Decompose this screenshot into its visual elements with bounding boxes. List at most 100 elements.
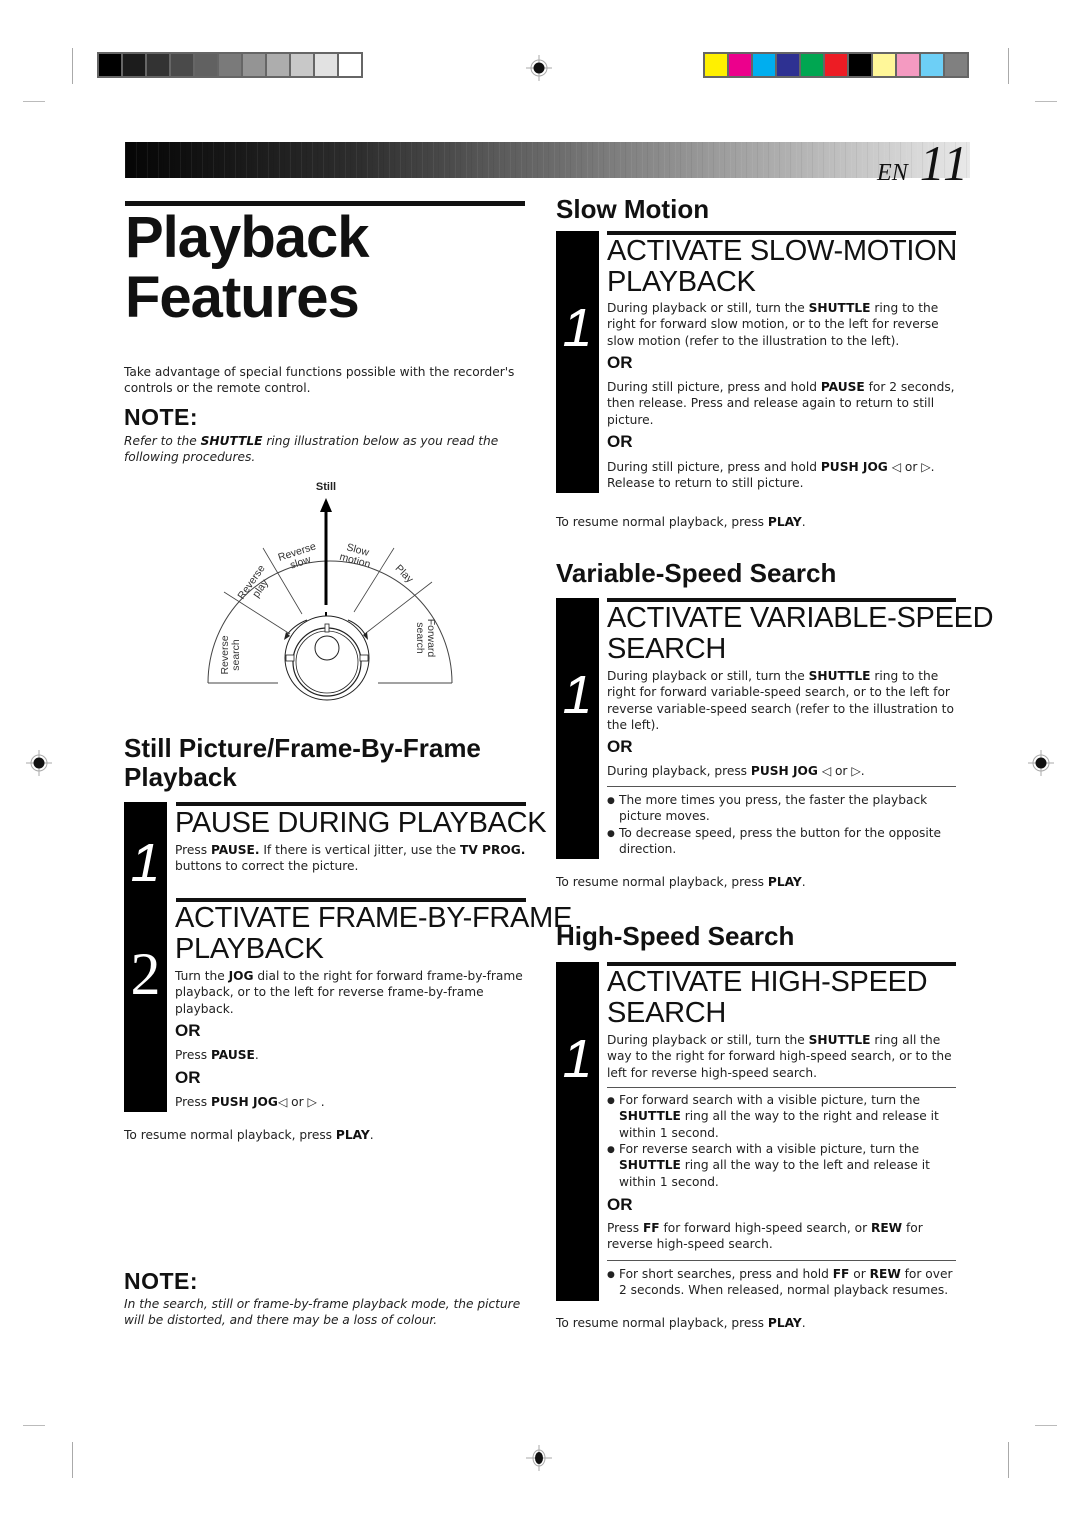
registration-mark-icon <box>526 55 552 81</box>
step-number: 1 <box>562 665 593 725</box>
color-swatch <box>873 54 895 76</box>
color-swatch <box>729 54 751 76</box>
color-swatch <box>339 54 361 76</box>
bullet-item: For reverse search with a visible pictur… <box>607 1141 959 1190</box>
label-reverse-search: search <box>230 639 242 671</box>
label-play: Play <box>393 562 416 585</box>
crop-mark <box>23 1425 45 1426</box>
note-text: In the search, still or frame-by-frame p… <box>124 1297 521 1328</box>
bullet-item: For forward search with a visible pictur… <box>607 1092 959 1141</box>
crop-mark <box>72 48 73 84</box>
crop-mark <box>1035 1425 1057 1426</box>
bullet-item: For short searches, press and hold FF or… <box>607 1266 964 1299</box>
color-calibration-bar <box>703 52 969 78</box>
step-number: 1 <box>562 298 593 358</box>
color-swatch <box>945 54 967 76</box>
alt-text: During still picture, press and hold PAU… <box>607 380 955 427</box>
color-swatch <box>291 54 313 76</box>
section-heading-still: Still Picture/Frame-By-Frame Playback <box>124 734 481 792</box>
bullet-item: The more times you press, the faster the… <box>607 792 959 825</box>
crop-mark <box>1008 48 1009 84</box>
color-swatch <box>123 54 145 76</box>
color-swatch <box>897 54 919 76</box>
shuttle-ring-diagram: Still Reverse search Reverse play Revers… <box>207 481 453 701</box>
divider <box>607 786 956 787</box>
note-heading: NOTE: <box>124 404 199 430</box>
color-swatch <box>801 54 823 76</box>
resume-text: To resume normal playback, press PLAY. <box>124 1128 374 1142</box>
crop-mark <box>1035 101 1057 102</box>
note-heading: NOTE: <box>124 1268 199 1294</box>
or-label: OR <box>175 1068 201 1087</box>
divider <box>607 1260 956 1261</box>
color-swatch <box>147 54 169 76</box>
crop-mark <box>1008 1442 1009 1478</box>
crop-mark <box>23 101 45 102</box>
alt-text: Press FF for forward high-speed search, … <box>607 1221 923 1252</box>
resume-text: To resume normal playback, press PLAY. <box>556 1316 806 1330</box>
step-title: PAUSE DURING PLAYBACK <box>175 807 547 839</box>
title-line: Playback <box>125 205 370 270</box>
heading-line: Playback <box>124 762 237 792</box>
step-title: ACTIVATE SLOW-MOTION PLAYBACK <box>607 235 958 298</box>
grayscale-calibration-bar <box>97 52 363 78</box>
color-swatch <box>849 54 871 76</box>
color-swatch <box>267 54 289 76</box>
or-label: OR <box>607 737 633 756</box>
step-title: ACTIVATE VARIABLE-SPEED SEARCH <box>607 602 994 665</box>
step-number: 2 <box>130 941 161 1007</box>
label-forward-search: search <box>414 622 426 654</box>
registration-mark-icon <box>1028 750 1054 776</box>
alt-text: Press PAUSE. <box>175 1048 259 1062</box>
color-swatch <box>921 54 943 76</box>
or-label: OR <box>607 432 633 451</box>
step-number: 1 <box>562 1029 593 1089</box>
color-swatch <box>315 54 337 76</box>
intro-text: Take advantage of special functions poss… <box>124 365 515 396</box>
section-heading-variable-speed: Variable-Speed Search <box>556 558 837 588</box>
step-number: 1 <box>130 833 161 893</box>
crop-mark <box>72 1442 73 1478</box>
step-number-column: 1 <box>556 231 599 493</box>
or-label: OR <box>607 353 633 372</box>
or-label: OR <box>175 1021 201 1040</box>
alt-text: During still picture, press and hold PUS… <box>607 460 935 491</box>
label-still: Still <box>316 481 336 493</box>
step-text: Turn the JOG dial to the right for forwa… <box>175 969 523 1016</box>
note-text: Refer to the SHUTTLE ring illustration b… <box>124 434 499 465</box>
color-swatch <box>777 54 799 76</box>
section-heading-high-speed: High-Speed Search <box>556 921 795 951</box>
resume-text: To resume normal playback, press PLAY. <box>556 875 806 889</box>
step-number-column: 1 <box>556 962 599 1301</box>
title-line: Features <box>125 265 360 330</box>
step-text: During playback or still, turn the SHUTT… <box>607 1033 952 1080</box>
language-code: EN <box>877 160 908 186</box>
step-title: ACTIVATE HIGH-SPEED SEARCH <box>607 966 928 1029</box>
divider <box>607 1087 956 1088</box>
color-swatch <box>753 54 775 76</box>
registration-mark-icon <box>526 1445 552 1471</box>
header-gradient-bar <box>125 142 970 178</box>
color-swatch <box>171 54 193 76</box>
color-swatch <box>825 54 847 76</box>
heading-line: Still Picture/Frame-By-Frame <box>124 733 481 763</box>
or-label: OR <box>607 1195 633 1214</box>
page-number: EN 11 <box>877 134 970 192</box>
step-title: ACTIVATE FRAME-BY-FRAME PLAYBACK <box>175 902 572 965</box>
step-number-column: 1 2 <box>124 802 167 1112</box>
color-swatch <box>705 54 727 76</box>
step-text: Press PAUSE. If there is vertical jitter… <box>175 843 526 874</box>
section-heading-slow-motion: Slow Motion <box>556 194 710 224</box>
color-swatch <box>243 54 265 76</box>
page-number-value: 11 <box>919 135 970 191</box>
step-number-column: 1 <box>556 598 599 859</box>
bullet-item: To decrease speed, press the button for … <box>607 825 959 858</box>
color-swatch <box>195 54 217 76</box>
alt-text: Press PUSH JOG◁ or ▷ . <box>175 1095 325 1109</box>
step-text: During playback or still, turn the SHUTT… <box>607 301 939 348</box>
color-swatch <box>219 54 241 76</box>
page-title: Playback Features <box>125 205 370 330</box>
resume-text: To resume normal playback, press PLAY. <box>556 515 806 529</box>
registration-mark-icon <box>26 750 52 776</box>
color-swatch <box>99 54 121 76</box>
